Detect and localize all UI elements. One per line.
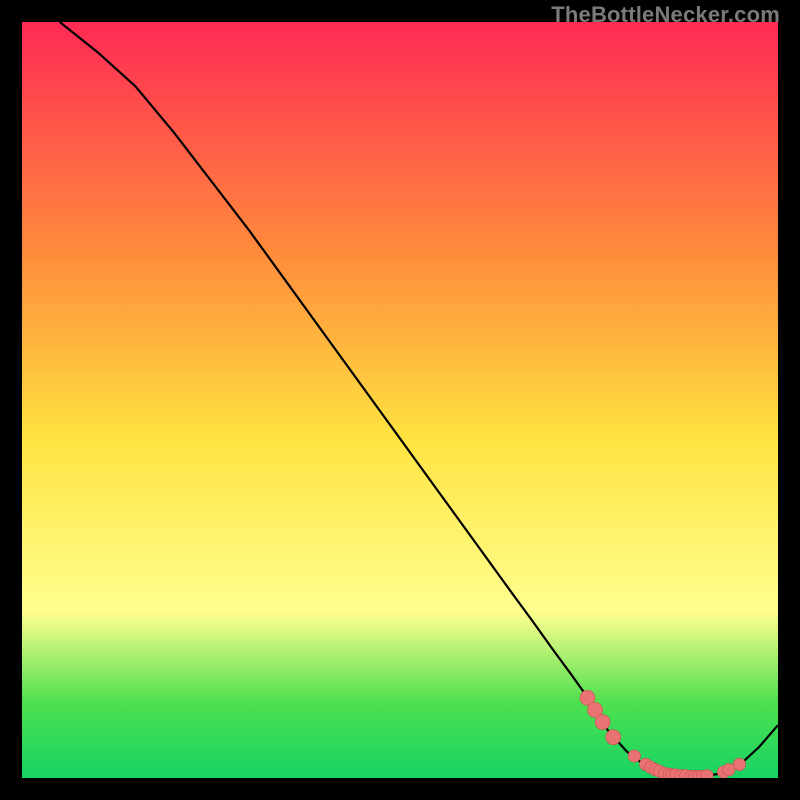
marker-point xyxy=(628,750,640,762)
watermark-label: TheBottleNecker.com xyxy=(551,2,780,28)
marker-point xyxy=(606,730,621,745)
marker-point xyxy=(733,758,745,770)
bottleneck-chart xyxy=(22,22,778,778)
gradient-background xyxy=(22,22,778,778)
marker-point xyxy=(595,715,610,730)
chart-stage: TheBottleNecker.com xyxy=(0,0,800,800)
